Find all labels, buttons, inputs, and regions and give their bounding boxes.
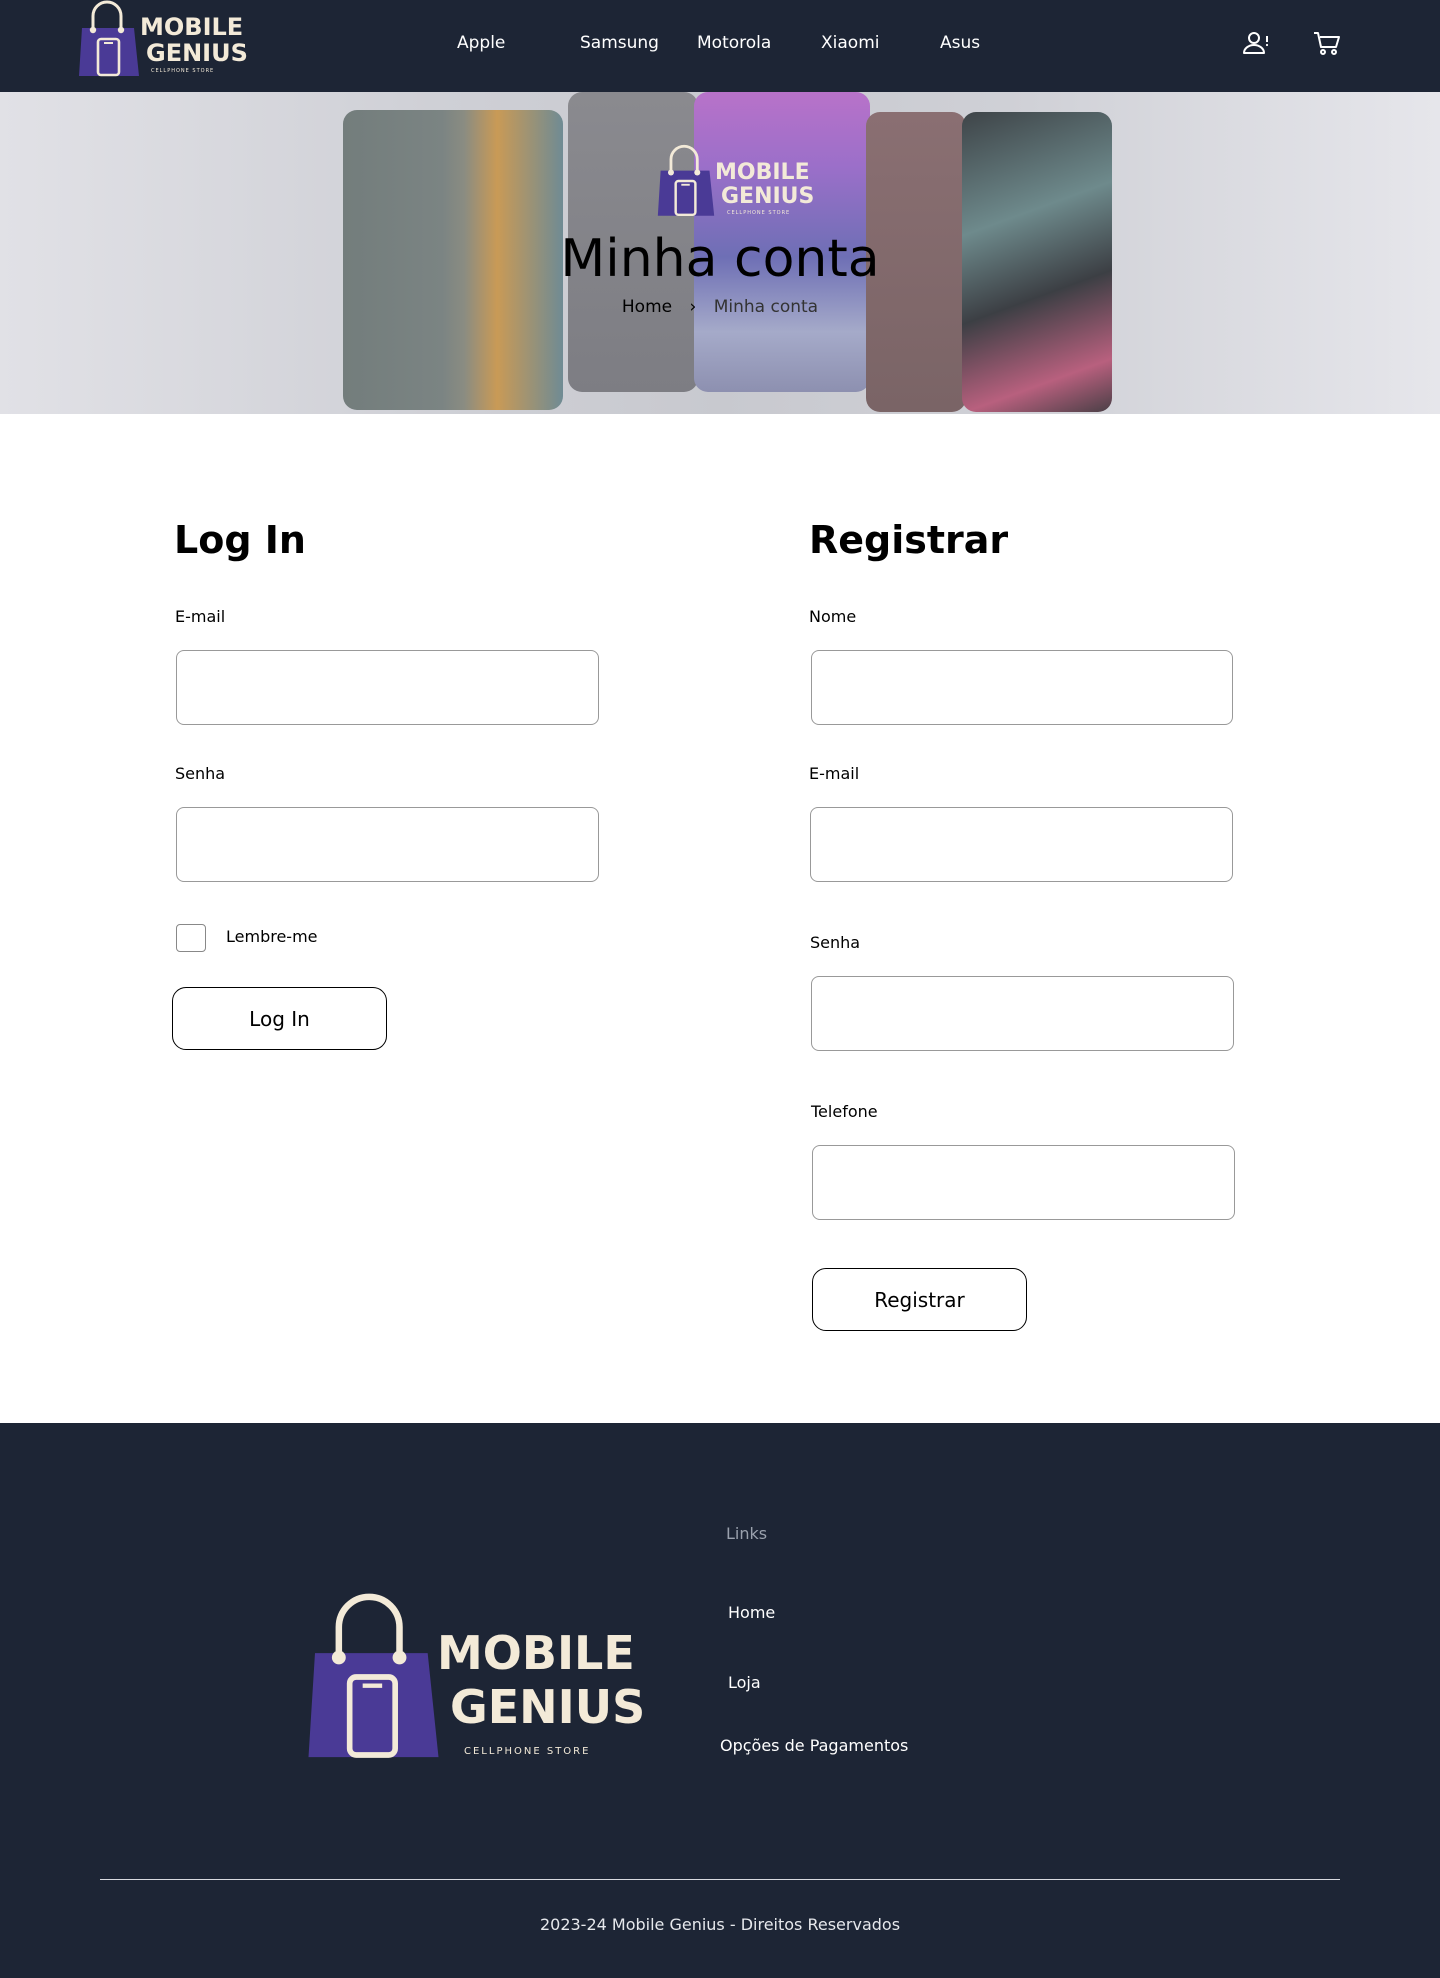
register-email-label: E-mail: [809, 764, 860, 783]
hero-logo: MOBILE GENIUS CELLPHONE STORE: [655, 144, 814, 224]
register-name-label: Nome: [809, 607, 857, 626]
nav-link-xiaomi[interactable]: Xiaomi: [821, 33, 879, 53]
hero-logo-line1: MOBILE: [715, 160, 810, 185]
breadcrumb: Home › Minha conta: [0, 297, 1440, 317]
shopping-bag-phone-icon: [308, 1593, 439, 1758]
footer-logo-line2: GENIUS: [450, 1680, 646, 1734]
chevron-right-icon: ›: [689, 297, 697, 317]
site-footer: [0, 1423, 1440, 1978]
cart-icon[interactable]: [1312, 28, 1342, 58]
footer-divider: [100, 1879, 1340, 1880]
footer-logo-line1: MOBILE: [437, 1626, 635, 1680]
register-password-input[interactable]: [811, 976, 1234, 1051]
footer-logo[interactable]: MOBILE GENIUS CELLPHONE STORE: [302, 1592, 645, 1762]
register-name-input[interactable]: [811, 650, 1233, 725]
nav-link-motorola[interactable]: Motorola: [697, 33, 771, 53]
register-phone-label: Telefone: [811, 1102, 878, 1121]
footer-link-home[interactable]: Home: [728, 1603, 775, 1622]
register-button[interactable]: Registrar: [812, 1268, 1027, 1331]
login-email-label: E-mail: [175, 607, 226, 626]
footer-link-payment-options[interactable]: Opções de Pagamentos: [720, 1736, 908, 1755]
shopping-bag-phone-icon: [79, 0, 139, 77]
register-password-label: Senha: [810, 933, 861, 952]
page-title: Minha conta: [560, 229, 880, 289]
hero-banner: MOBILE GENIUS CELLPHONE STORE Minha cont…: [0, 92, 1440, 414]
hero-logo-line2: GENIUS: [721, 184, 815, 209]
register-phone-input[interactable]: [812, 1145, 1235, 1220]
shopping-bag-phone-icon: [657, 144, 715, 217]
remember-me-checkbox[interactable]: [176, 924, 206, 952]
logo-text-line2: GENIUS: [146, 39, 248, 67]
breadcrumb-home-link[interactable]: Home: [622, 297, 672, 317]
login-button[interactable]: Log In: [172, 987, 387, 1050]
login-title: Log In: [174, 518, 306, 562]
register-email-input[interactable]: [810, 807, 1233, 882]
footer-logo-tagline: CELLPHONE STORE: [464, 1746, 591, 1757]
login-password-label: Senha: [175, 764, 226, 783]
nav-link-apple[interactable]: Apple: [457, 33, 505, 53]
footer-links-heading: Links: [726, 1524, 768, 1543]
login-password-input[interactable]: [176, 807, 599, 882]
header-logo[interactable]: MOBILE GENIUS CELLPHONE STORE: [76, 0, 248, 80]
hero-logo-tagline: CELLPHONE STORE: [727, 210, 791, 216]
copyright-text: 2023-24 Mobile Genius - Direitos Reserva…: [539, 1915, 901, 1934]
remember-me-label: Lembre-me: [226, 927, 318, 946]
breadcrumb-current: Minha conta: [713, 297, 819, 317]
nav-link-samsung[interactable]: Samsung: [580, 33, 659, 53]
logo-text-line1: MOBILE: [140, 13, 244, 41]
user-icon[interactable]: [1241, 28, 1271, 58]
logo-tagline: CELLPHONE STORE: [151, 68, 215, 74]
site-header: MOBILE GENIUS CELLPHONE STORE Apple Sams…: [0, 0, 1440, 92]
register-title: Registrar: [809, 518, 1009, 562]
nav-link-asus[interactable]: Asus: [940, 33, 980, 53]
footer-link-loja[interactable]: Loja: [728, 1673, 761, 1692]
login-email-input[interactable]: [176, 650, 599, 725]
